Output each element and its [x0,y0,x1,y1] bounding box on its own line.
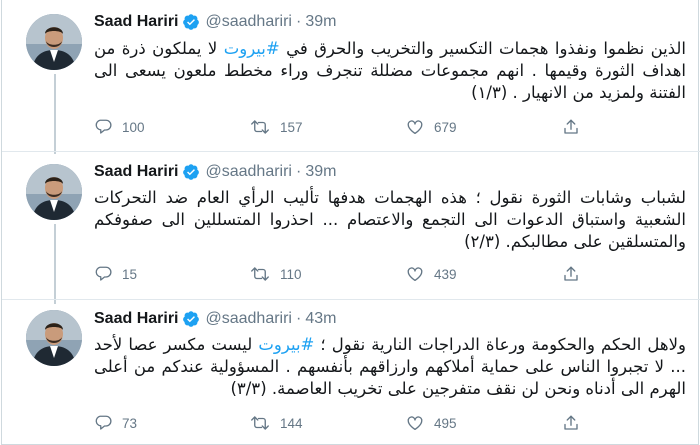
author-name[interactable]: Saad Hariri [94,310,178,328]
separator-dot: · [295,163,302,180]
reply-icon [94,265,112,283]
tweet-text-part: الذين نظموا ونفذوا هجمات التكسير والتخري… [279,39,686,58]
retweet-count: 110 [280,266,302,282]
like-count: 679 [434,119,457,135]
timeline: Saad Hariri @saadhariri · 39m الذين نظمو… [1,0,700,445]
share-icon [562,265,580,283]
retweet-icon [250,118,270,136]
like-count: 495 [434,415,457,431]
retweet-count: 144 [280,415,303,431]
timestamp[interactable]: 39m [305,13,336,31]
verified-badge-icon [182,163,200,181]
share-icon [562,118,580,136]
tweet[interactable]: Saad Hariri @saadhariri · 39m الذين نظمو… [2,0,700,152]
heart-icon [406,414,424,432]
tweet-header: Saad Hariri @saadhariri · 43m [94,309,336,329]
timestamp[interactable]: 43m [305,310,336,328]
tweet-header: Saad Hariri @saadhariri · 39m [94,12,336,32]
reply-button[interactable]: 100 [94,118,145,136]
tweet-header: Saad Hariri @saadhariri · 39m [94,162,336,182]
retweet-count: 157 [280,119,303,135]
separator-dot: · [295,310,302,327]
author-handle[interactable]: @saadhariri [205,310,292,328]
avatar[interactable] [26,310,82,366]
avatar[interactable] [26,14,82,70]
tweet-actions: 15 110 439 [94,264,594,284]
retweet-button[interactable]: 110 [250,265,302,283]
reply-count: 15 [122,266,138,282]
like-count: 439 [434,266,457,282]
reply-icon [94,414,112,432]
avatar[interactable] [26,164,82,220]
like-button[interactable]: 495 [406,414,457,432]
author-handle[interactable]: @saadhariri [205,13,292,31]
reply-button[interactable]: 15 [94,265,137,283]
retweet-icon [250,414,270,432]
tweet-actions: 100 157 679 [94,117,594,137]
hashtag-link[interactable]: #بيروت [258,335,314,354]
reply-button[interactable]: 73 [94,414,137,432]
retweet-button[interactable]: 144 [250,414,303,432]
tweet-text: ولاهل الحكم والحكومة ورعاة الدراجات النا… [94,334,686,400]
timestamp[interactable]: 39m [305,163,336,181]
author-name[interactable]: Saad Hariri [94,13,178,31]
retweet-button[interactable]: 157 [250,118,303,136]
tweet[interactable]: Saad Hariri @saadhariri · 43m ولاهل الحك… [2,300,700,445]
reply-count: 100 [122,119,145,135]
heart-icon [406,265,424,283]
separator-dot: · [295,13,302,30]
author-name[interactable]: Saad Hariri [94,163,178,181]
like-button[interactable]: 439 [406,265,457,283]
tweet-text: لشباب وشابات الثورة نقول ؛ هذه الهجمات ه… [94,187,686,253]
share-button[interactable] [562,265,580,283]
hashtag-link[interactable]: #بيروت [224,39,280,58]
reply-count: 73 [122,415,138,431]
like-button[interactable]: 679 [406,118,457,136]
tweet-text-part: ولاهل الحكم والحكومة ورعاة الدراجات النا… [314,335,687,354]
verified-badge-icon [182,13,200,31]
tweet-text: الذين نظموا ونفذوا هجمات التكسير والتخري… [94,38,686,104]
tweet-text-part: لشباب وشابات الثورة نقول ؛ هذه الهجمات ه… [94,188,686,251]
retweet-icon [250,265,270,283]
tweet[interactable]: Saad Hariri @saadhariri · 39m لشباب وشاب… [2,152,700,300]
share-button[interactable] [562,118,580,136]
share-button[interactable] [562,414,580,432]
heart-icon [406,118,424,136]
share-icon [562,414,580,432]
verified-badge-icon [182,310,200,328]
author-handle[interactable]: @saadhariri [205,163,292,181]
tweet-actions: 73 144 495 [94,413,594,433]
reply-icon [94,118,112,136]
